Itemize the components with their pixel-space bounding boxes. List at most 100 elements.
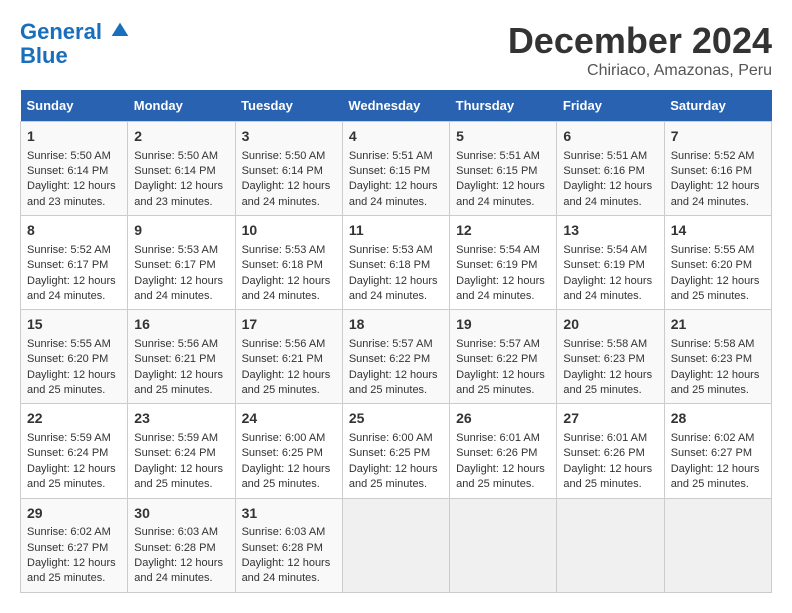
day-info: and 25 minutes. xyxy=(349,383,443,398)
day-info: Sunset: 6:18 PM xyxy=(349,258,443,273)
calendar-cell: 18Sunrise: 5:57 AMSunset: 6:22 PMDayligh… xyxy=(342,310,449,404)
day-info: Daylight: 12 hours xyxy=(134,179,228,194)
calendar-cell: 14Sunrise: 5:55 AMSunset: 6:20 PMDayligh… xyxy=(664,216,771,310)
day-info: and 25 minutes. xyxy=(563,383,657,398)
day-number: 3 xyxy=(242,127,336,147)
calendar-cell: 20Sunrise: 5:58 AMSunset: 6:23 PMDayligh… xyxy=(557,310,664,404)
day-number: 17 xyxy=(242,315,336,335)
column-header-monday: Monday xyxy=(128,90,235,122)
day-number: 8 xyxy=(27,221,121,241)
calendar-cell: 11Sunrise: 5:53 AMSunset: 6:18 PMDayligh… xyxy=(342,216,449,310)
calendar-cell: 28Sunrise: 6:02 AMSunset: 6:27 PMDayligh… xyxy=(664,404,771,498)
day-info: and 25 minutes. xyxy=(349,477,443,492)
day-info: Daylight: 12 hours xyxy=(456,274,550,289)
day-info: and 25 minutes. xyxy=(671,289,765,304)
day-info: Sunset: 6:14 PM xyxy=(134,164,228,179)
day-info: Daylight: 12 hours xyxy=(563,462,657,477)
day-info: Sunset: 6:19 PM xyxy=(456,258,550,273)
day-info: Daylight: 12 hours xyxy=(27,274,121,289)
day-info: and 23 minutes. xyxy=(134,195,228,210)
day-info: Sunrise: 5:52 AM xyxy=(27,243,121,258)
day-number: 11 xyxy=(349,221,443,241)
day-info: Sunrise: 5:50 AM xyxy=(134,149,228,164)
day-info: Sunset: 6:27 PM xyxy=(27,541,121,556)
calendar-cell: 30Sunrise: 6:03 AMSunset: 6:28 PMDayligh… xyxy=(128,498,235,592)
day-info: Sunrise: 5:53 AM xyxy=(349,243,443,258)
calendar-cell: 16Sunrise: 5:56 AMSunset: 6:21 PMDayligh… xyxy=(128,310,235,404)
logo: General Blue xyxy=(20,20,130,68)
day-info: Daylight: 12 hours xyxy=(456,179,550,194)
day-info: Daylight: 12 hours xyxy=(349,368,443,383)
day-info: Daylight: 12 hours xyxy=(242,368,336,383)
day-info: Sunrise: 5:58 AM xyxy=(671,337,765,352)
day-info: Sunrise: 5:53 AM xyxy=(134,243,228,258)
day-info: Sunset: 6:28 PM xyxy=(242,541,336,556)
day-number: 31 xyxy=(242,504,336,524)
day-info: Daylight: 12 hours xyxy=(563,179,657,194)
day-info: Sunrise: 5:50 AM xyxy=(242,149,336,164)
day-info: Sunset: 6:22 PM xyxy=(456,352,550,367)
day-info: and 24 minutes. xyxy=(563,289,657,304)
day-number: 29 xyxy=(27,504,121,524)
day-number: 9 xyxy=(134,221,228,241)
calendar-cell: 9Sunrise: 5:53 AMSunset: 6:17 PMDaylight… xyxy=(128,216,235,310)
day-number: 16 xyxy=(134,315,228,335)
day-info: Sunrise: 5:50 AM xyxy=(27,149,121,164)
day-info: Sunrise: 5:57 AM xyxy=(456,337,550,352)
day-info: Daylight: 12 hours xyxy=(563,274,657,289)
day-info: Sunset: 6:17 PM xyxy=(27,258,121,273)
day-info: Sunset: 6:21 PM xyxy=(134,352,228,367)
day-info: and 24 minutes. xyxy=(134,571,228,586)
day-info: Sunrise: 5:55 AM xyxy=(671,243,765,258)
day-info: Daylight: 12 hours xyxy=(456,368,550,383)
day-number: 23 xyxy=(134,409,228,429)
day-info: and 25 minutes. xyxy=(242,383,336,398)
day-info: and 24 minutes. xyxy=(242,571,336,586)
day-info: Sunrise: 5:51 AM xyxy=(563,149,657,164)
day-info: Sunset: 6:16 PM xyxy=(563,164,657,179)
day-info: and 24 minutes. xyxy=(456,289,550,304)
day-info: Sunrise: 6:01 AM xyxy=(563,431,657,446)
day-info: and 25 minutes. xyxy=(27,477,121,492)
day-number: 5 xyxy=(456,127,550,147)
day-info: and 25 minutes. xyxy=(456,383,550,398)
day-number: 28 xyxy=(671,409,765,429)
day-number: 22 xyxy=(27,409,121,429)
day-info: Sunset: 6:15 PM xyxy=(456,164,550,179)
day-info: Daylight: 12 hours xyxy=(242,462,336,477)
calendar-cell: 29Sunrise: 6:02 AMSunset: 6:27 PMDayligh… xyxy=(21,498,128,592)
day-info: Sunrise: 5:58 AM xyxy=(563,337,657,352)
day-info: and 25 minutes. xyxy=(27,571,121,586)
calendar-cell: 19Sunrise: 5:57 AMSunset: 6:22 PMDayligh… xyxy=(450,310,557,404)
day-info: Sunrise: 5:55 AM xyxy=(27,337,121,352)
day-info: Sunset: 6:24 PM xyxy=(27,446,121,461)
day-number: 20 xyxy=(563,315,657,335)
day-info: Daylight: 12 hours xyxy=(134,556,228,571)
calendar-cell: 2 Sunrise: 5:50 AMSunset: 6:14 PMDaylight… xyxy=(128,122,235,216)
day-info: Daylight: 12 hours xyxy=(349,179,443,194)
day-number: 14 xyxy=(671,221,765,241)
day-number: 6 xyxy=(563,127,657,147)
day-number: 26 xyxy=(456,409,550,429)
day-info: Daylight: 12 hours xyxy=(456,462,550,477)
day-info: and 24 minutes. xyxy=(671,195,765,210)
day-number: 13 xyxy=(563,221,657,241)
calendar-cell: 21Sunrise: 5:58 AMSunset: 6:23 PMDayligh… xyxy=(664,310,771,404)
day-info: Sunrise: 6:00 AM xyxy=(349,431,443,446)
calendar-cell xyxy=(450,498,557,592)
calendar-cell: 1Sunrise: 5:50 AMSunset: 6:14 PMDaylight… xyxy=(21,122,128,216)
day-info: and 24 minutes. xyxy=(134,289,228,304)
day-info: and 24 minutes. xyxy=(27,289,121,304)
day-info: Sunset: 6:23 PM xyxy=(563,352,657,367)
day-info: Daylight: 12 hours xyxy=(242,274,336,289)
day-info: Daylight: 12 hours xyxy=(134,462,228,477)
day-info: Sunset: 6:25 PM xyxy=(242,446,336,461)
day-number: 2 xyxy=(134,127,228,147)
day-info: Sunrise: 5:59 AM xyxy=(27,431,121,446)
day-info: Sunrise: 5:57 AM xyxy=(349,337,443,352)
calendar-cell: 5Sunrise: 5:51 AMSunset: 6:15 PMDaylight… xyxy=(450,122,557,216)
page-subtitle: Chiriaco, Amazonas, Peru xyxy=(508,62,772,80)
day-info: Sunset: 6:14 PM xyxy=(27,164,121,179)
calendar-cell xyxy=(342,498,449,592)
day-info: Sunset: 6:25 PM xyxy=(349,446,443,461)
